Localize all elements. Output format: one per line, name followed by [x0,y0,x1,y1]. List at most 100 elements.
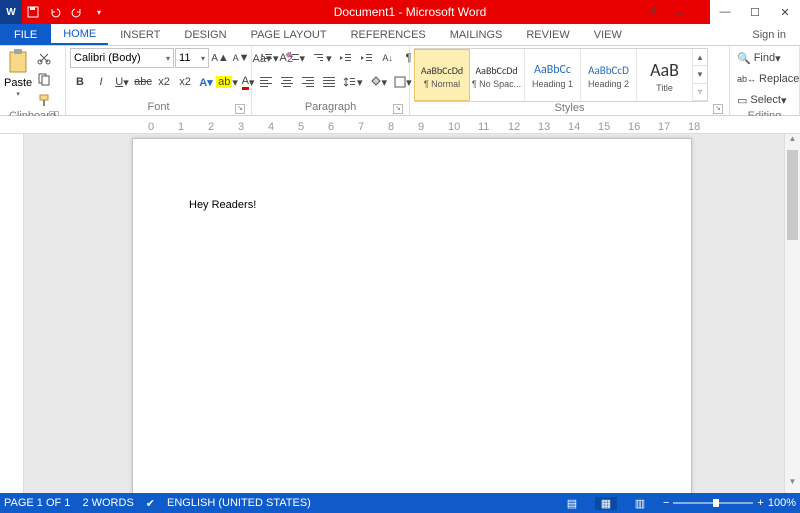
dialog-launcher-icon[interactable]: ↘ [393,104,403,114]
zoom-out-button[interactable]: − [663,497,669,509]
text-effects-button[interactable]: A▾ [196,72,216,92]
sort-button[interactable]: A↓ [378,48,398,68]
font-size-input[interactable] [179,52,201,64]
copy-button[interactable] [34,69,54,89]
align-center-button[interactable] [277,72,297,92]
bold-button[interactable]: B [70,72,90,92]
highlight-button[interactable]: ab▾ [217,72,237,92]
font-name-input[interactable] [74,52,164,64]
zoom-slider[interactable] [673,502,753,504]
close-button[interactable]: ✕ [770,0,800,24]
minimize-button[interactable]: — [710,0,740,24]
group-editing: 🔍Find ▾ ab↔Replace ▭Select ▾ Editing [730,46,800,115]
style-item-3[interactable]: AaBbCcDHeading 2 [581,49,637,101]
window-title: Document1 - Microsoft Word [110,5,710,19]
align-right-button[interactable] [298,72,318,92]
tab-insert[interactable]: INSERT [108,24,172,45]
tab-references[interactable]: REFERENCES [339,24,438,45]
superscript-button[interactable]: x2 [175,72,195,92]
group-label: Paragraph [305,101,356,113]
find-button[interactable]: 🔍Find ▾ [734,48,798,68]
grow-font-button[interactable]: A▲ [210,48,230,68]
document-page[interactable]: Hey Readers! [132,138,692,493]
tab-home[interactable]: HOME [51,24,108,45]
tab-design[interactable]: DESIGN [172,24,238,45]
view-read-mode[interactable]: ▤ [561,497,583,510]
style-item-0[interactable]: AaBbCcDd¶ Normal [414,49,470,101]
group-font: ▾ ▾ A▲ A▼ Aa▾ A◆ B I U▾ abc x2 x2 A▾ ab▾… [66,46,252,115]
underline-button[interactable]: U▾ [112,72,132,92]
zoom-control[interactable]: − + 100% [663,497,796,509]
status-language[interactable]: ENGLISH (UNITED STATES) [167,497,311,509]
ribbon: Paste ▾ Clipboard↘ ▾ ▾ A▲ A▼ Aa▾ A◆ B [0,46,800,116]
tab-page-layout[interactable]: PAGE LAYOUT [239,24,339,45]
ribbon-display-icon[interactable]: ▭ [668,7,690,18]
horizontal-ruler[interactable]: 0123456789101112131415161718 [0,116,800,134]
cut-icon [37,51,51,65]
help-buttons: ? ▭ [642,0,690,24]
chevron-down-icon: ▾ [16,90,20,98]
qat-customize-icon[interactable]: ▾ [88,0,110,24]
shading-button[interactable]: ▾ [367,72,391,92]
cut-button[interactable] [34,48,54,68]
dialog-launcher-icon[interactable]: ↘ [235,104,245,114]
scrollbar-thumb[interactable] [787,150,798,240]
tab-review[interactable]: REVIEW [514,24,581,45]
strikethrough-button[interactable]: abc [133,72,153,92]
format-painter-icon [37,93,51,107]
view-print-layout[interactable]: ▦ [595,497,617,510]
select-button[interactable]: ▭Select ▾ [734,90,798,110]
tab-view[interactable]: VIEW [582,24,634,45]
tab-mailings[interactable]: MAILINGS [438,24,515,45]
bullets-button[interactable]: ▾ [256,48,282,68]
zoom-level[interactable]: 100% [768,497,796,509]
increase-indent-button[interactable] [357,48,377,68]
status-page[interactable]: PAGE 1 OF 1 [4,497,70,509]
help-icon[interactable]: ? [642,6,664,18]
quick-access-toolbar: W ▾ [0,0,110,24]
zoom-in-button[interactable]: + [757,497,763,509]
styles-gallery[interactable]: AaBbCcDd¶ NormalAaBbCcDd¶ No Spac...AaBb… [414,48,708,102]
line-spacing-button[interactable]: ▾ [340,72,366,92]
undo-icon[interactable] [44,0,66,24]
styles-more[interactable]: ▲▼▿ [693,49,707,101]
document-text[interactable]: Hey Readers! [189,199,256,211]
decrease-indent-button[interactable] [336,48,356,68]
document-area: Hey Readers! ▲ ▼ [0,134,800,493]
italic-button[interactable]: I [91,72,111,92]
shrink-font-button[interactable]: A▼ [231,48,251,68]
style-item-4[interactable]: AaBTitle [637,49,693,101]
style-item-2[interactable]: AaBbCcHeading 1 [525,49,581,101]
redo-icon[interactable] [66,0,88,24]
group-label: Styles [555,102,585,114]
window-controls: — ☐ ✕ [710,0,800,24]
sign-in-link[interactable]: Sign in [744,24,794,45]
maximize-button[interactable]: ☐ [740,0,770,24]
paste-button[interactable]: Paste ▾ [4,48,32,98]
align-left-button[interactable] [256,72,276,92]
vertical-ruler[interactable] [0,134,24,493]
vertical-scrollbar[interactable]: ▲ ▼ [784,134,800,493]
justify-button[interactable] [319,72,339,92]
ribbon-tabs: FILE HOME INSERT DESIGN PAGE LAYOUT REFE… [0,24,800,46]
paste-label: Paste [4,77,32,89]
status-words[interactable]: 2 WORDS [82,497,133,509]
tab-file[interactable]: FILE [0,24,51,45]
subscript-button[interactable]: x2 [154,72,174,92]
word-app-icon[interactable]: W [0,0,22,24]
replace-button[interactable]: ab↔Replace [734,69,798,89]
replace-icon: ab↔ [737,74,756,84]
status-proofing-icon[interactable]: ✔ [146,497,155,510]
dialog-launcher-icon[interactable]: ↘ [713,104,723,114]
save-icon[interactable] [22,0,44,24]
status-bar: PAGE 1 OF 1 2 WORDS ✔ ENGLISH (UNITED ST… [0,493,800,513]
view-web-layout[interactable]: ▥ [629,497,651,510]
group-clipboard: Paste ▾ Clipboard↘ [0,46,66,115]
font-size-combo[interactable]: ▾ [175,48,209,68]
font-name-combo[interactable]: ▾ [70,48,174,68]
style-item-1[interactable]: AaBbCcDd¶ No Spac... [469,49,525,101]
copy-icon [37,72,51,86]
select-icon: ▭ [737,94,747,107]
multilevel-list-button[interactable]: ▾ [309,48,335,68]
format-painter-button[interactable] [34,90,54,110]
